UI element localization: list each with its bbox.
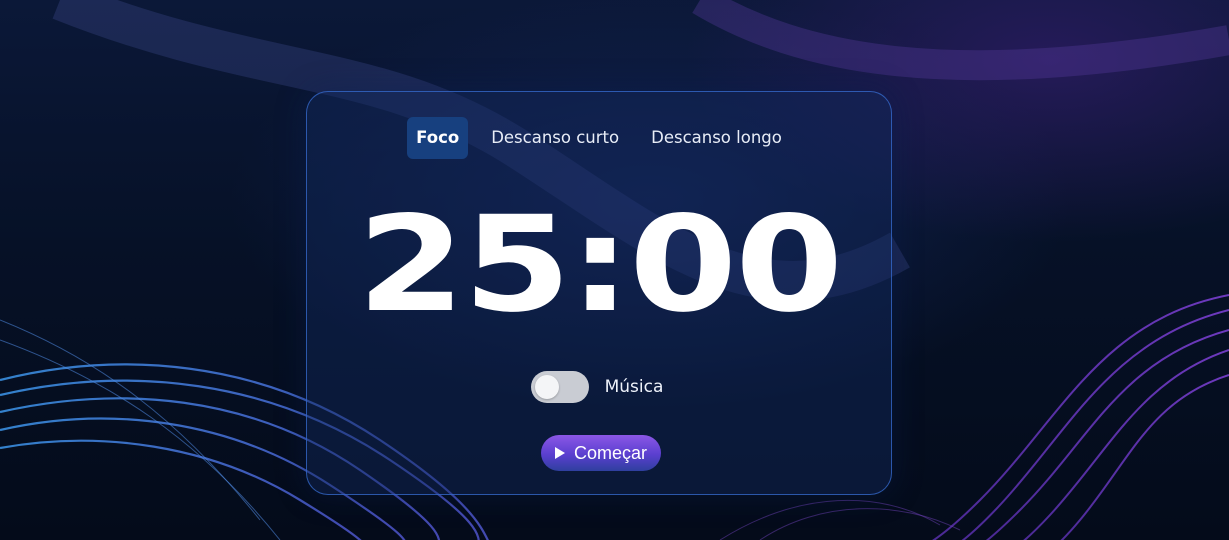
- app-background: Foco Descanso curto Descanso longo 25:00…: [0, 0, 1229, 540]
- play-icon: [554, 447, 565, 459]
- toggle-knob: [534, 375, 559, 399]
- tab-descanso-longo[interactable]: Descanso longo: [642, 117, 791, 159]
- start-button[interactable]: Começar: [541, 435, 661, 471]
- music-toggle[interactable]: [530, 371, 589, 403]
- start-button-label: Começar: [573, 442, 648, 463]
- timer-display: 25:00: [356, 188, 843, 342]
- music-row: Música: [307, 371, 891, 403]
- tab-descanso-curto[interactable]: Descanso curto: [482, 117, 628, 159]
- music-label: Música: [604, 377, 664, 397]
- tab-foco[interactable]: Foco: [407, 117, 469, 159]
- pomodoro-card: Foco Descanso curto Descanso longo 25:00…: [306, 91, 892, 495]
- mode-tabs: Foco Descanso curto Descanso longo: [307, 117, 891, 159]
